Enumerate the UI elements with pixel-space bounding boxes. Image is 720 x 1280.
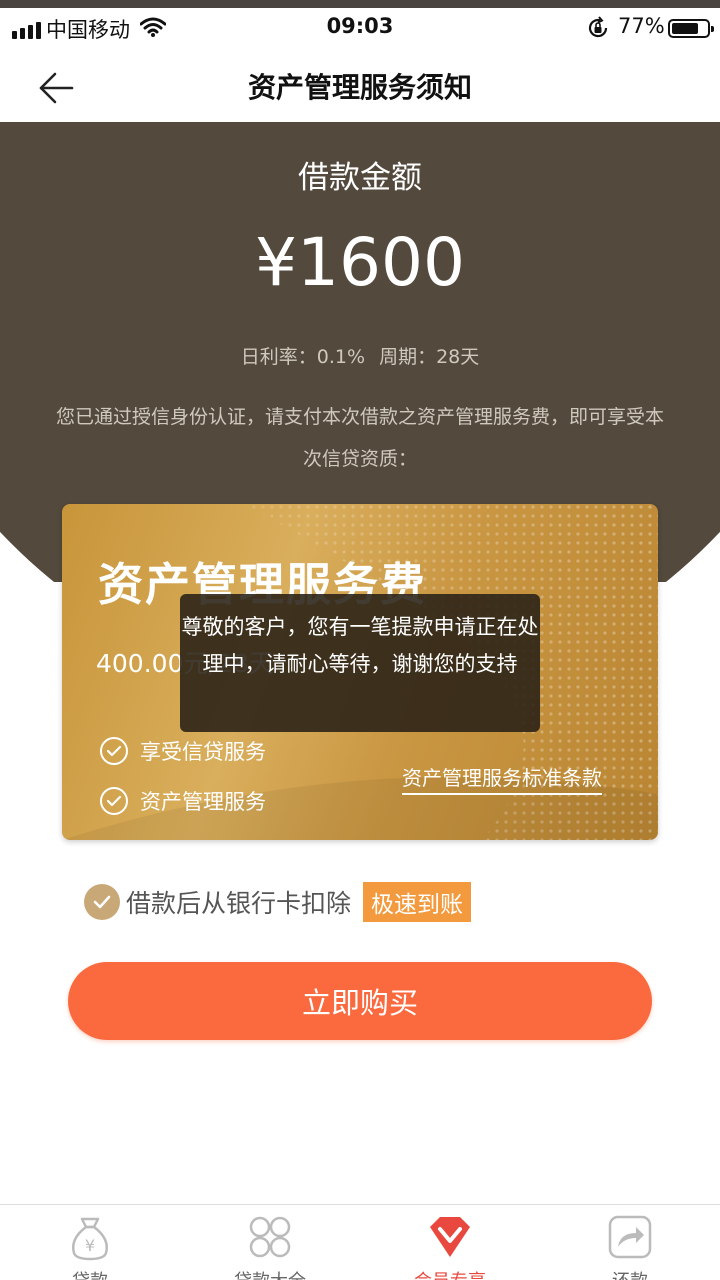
daily-rate: 日利率：0.1% [240, 346, 366, 368]
feature-credit-service: 享受信贷服务 [100, 736, 266, 766]
battery-nub [711, 26, 714, 32]
tab-label: 还款 [540, 1267, 720, 1280]
check-icon [100, 737, 128, 765]
loan-amount-value: ¥1600 [255, 224, 465, 301]
money-bag-icon: ¥ [72, 1217, 108, 1261]
feature-asset-management: 资产管理服务 [100, 786, 266, 816]
grid-icon [249, 1216, 291, 1258]
share-arrow-icon [608, 1215, 652, 1259]
deduction-checkbox[interactable] [84, 884, 120, 920]
fast-arrival-badge: 极速到账 [363, 882, 472, 922]
status-top-strip [0, 0, 720, 8]
processing-toast: 尊敬的客户，您有一笔提款申请正在处理中，请耐心等待，谢谢您的支持 [180, 594, 540, 732]
page-title: 资产管理服务须知 [247, 71, 472, 104]
terms-link[interactable]: 资产管理服务标准条款 [402, 762, 602, 795]
check-icon [93, 895, 111, 909]
battery-percent: 77% [618, 14, 665, 38]
loan-terms: 日利率：0.1% 周期：28天 [0, 342, 720, 369]
vip-diamond-icon [430, 1217, 470, 1257]
battery-fill [672, 23, 698, 34]
tab-loan-directory[interactable]: 贷款大全 [180, 1205, 360, 1280]
status-bar: 中国移动 09:03 77% [0, 0, 720, 56]
nav-bar: 资产管理服务须知 [0, 56, 720, 122]
battery-icon [668, 19, 714, 38]
loan-amount-label: 借款金额 [298, 160, 422, 196]
buy-now-button[interactable]: 立即购买 [68, 962, 652, 1040]
rotation-lock-icon [586, 16, 610, 44]
tab-label: 贷款大全 [180, 1267, 360, 1280]
check-icon [100, 787, 128, 815]
deduction-text: 借款后从银行卡扣除 [126, 889, 352, 918]
loan-period: 周期：28天 [379, 346, 480, 368]
hero-description: 您已通过授信身份认证，请支付本次借款之资产管理服务费，即可享受本次信贷资质： [55, 406, 664, 470]
tab-label: 贷款 [0, 1267, 180, 1280]
tab-repayment[interactable]: 还款 [540, 1205, 720, 1280]
tab-loan[interactable]: ¥ 贷款 [0, 1205, 180, 1280]
tab-vip[interactable]: 会员专享 [360, 1205, 540, 1280]
svg-text:¥: ¥ [85, 1236, 95, 1255]
deduction-option: 借款后从银行卡扣除 极速到账 [84, 882, 472, 922]
status-time: 09:03 [326, 14, 394, 38]
bottom-tab-bar: ¥ 贷款 贷款大全 会员专享 还款 [0, 1204, 720, 1280]
tab-label: 会员专享 [360, 1267, 540, 1280]
feature-label: 享受信贷服务 [140, 740, 266, 764]
feature-label: 资产管理服务 [140, 790, 266, 814]
